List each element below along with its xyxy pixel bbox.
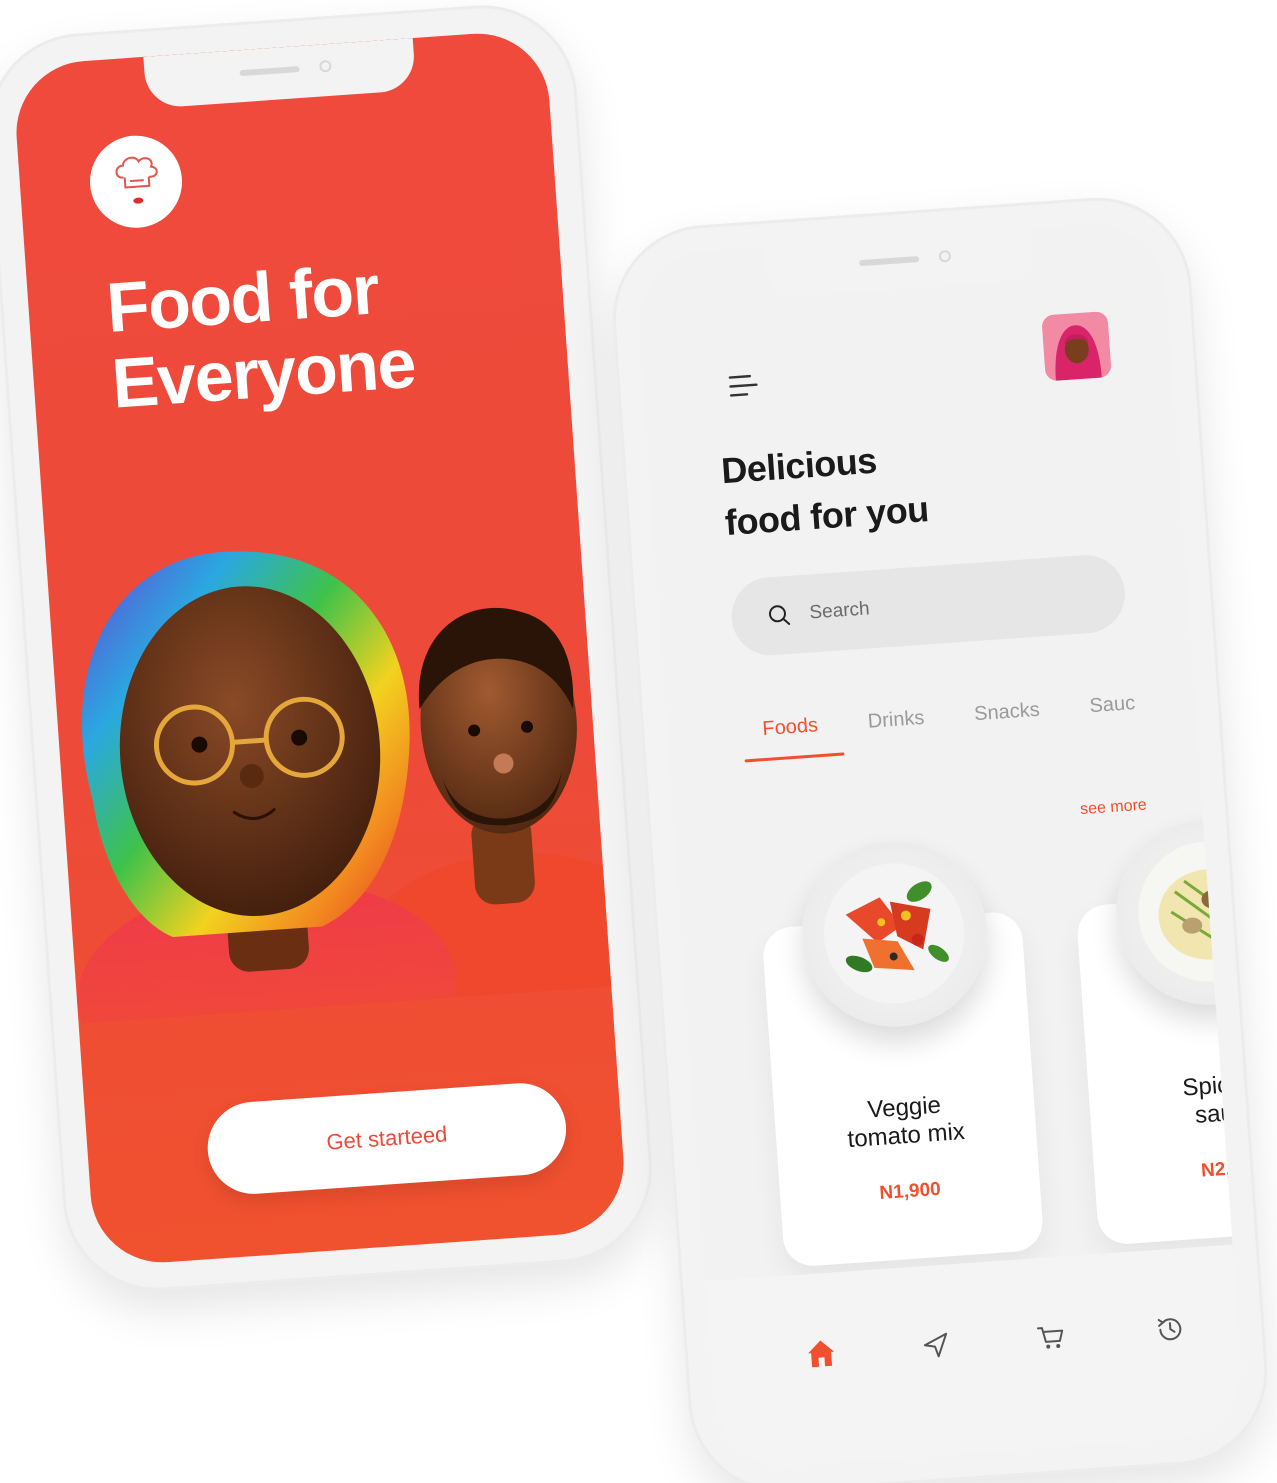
category-tabs: Foods Drinks Snacks Sauc [762, 682, 1246, 761]
cart-icon [1036, 1327, 1064, 1349]
speaker-grille [239, 66, 300, 77]
food-card[interactable]: Veggie tomato mix N1,900 [761, 835, 1045, 1268]
tab-drinks[interactable]: Drinks [867, 707, 927, 754]
home-phone: Delicious food for you Foods Drinks Snac… [606, 191, 1274, 1483]
search-input[interactable] [806, 583, 1072, 626]
food-price: N2,3( [1200, 1157, 1246, 1182]
profile-avatar[interactable] [1041, 311, 1112, 382]
tab-foods[interactable]: Foods [762, 714, 820, 761]
menu-icon[interactable] [728, 373, 760, 399]
history-icon [1157, 1318, 1182, 1341]
search-icon [768, 605, 791, 625]
splash-phone: Food for Everyone Get starteed [0, 0, 659, 1298]
home-screen: Delicious food for you Foods Drinks Snac… [634, 219, 1246, 1471]
nav-send[interactable] [915, 1324, 958, 1367]
pasta-plate-icon [1138, 841, 1246, 982]
bottom-nav [705, 1244, 1246, 1471]
food-image [795, 835, 994, 1033]
see-more-link[interactable]: see more [1080, 797, 1148, 820]
chef-logo [86, 132, 186, 231]
search-bar[interactable] [729, 552, 1128, 658]
phone-notch [762, 228, 1036, 299]
user-avatar-icon [1041, 311, 1112, 382]
food-price: N1,900 [878, 1178, 942, 1205]
get-started-button[interactable]: Get starteed [204, 1080, 570, 1197]
mockup-stage: Food for Everyone Get starteed Delicious… [0, 0, 1277, 1483]
home-icon [808, 1340, 835, 1368]
chef-hat-icon [115, 156, 158, 204]
nav-home[interactable] [800, 1332, 843, 1375]
speaker-grille [859, 256, 920, 267]
characters-illustration [77, 551, 612, 1024]
hero-title: Food for Everyone [104, 249, 417, 423]
salad-plate-icon [824, 863, 965, 1004]
front-camera [938, 249, 952, 263]
food-name: Spicy f sauc [1088, 1063, 1246, 1137]
food-name: Veggie tomato mix [774, 1085, 1037, 1159]
tab-sauces[interactable]: Sauc [1089, 692, 1137, 738]
phone-notch [143, 38, 417, 109]
splash-screen: Food for Everyone Get starteed [11, 28, 629, 1268]
food-image [1110, 813, 1246, 1011]
tab-snacks[interactable]: Snacks [973, 699, 1041, 746]
page-title: Delicious food for you [720, 431, 931, 549]
front-camera [319, 59, 332, 73]
nav-history[interactable] [1149, 1308, 1192, 1351]
food-card[interactable]: Spicy f sauc N2,3( [1075, 813, 1246, 1246]
send-icon [923, 1332, 948, 1358]
nav-cart[interactable] [1029, 1316, 1072, 1359]
